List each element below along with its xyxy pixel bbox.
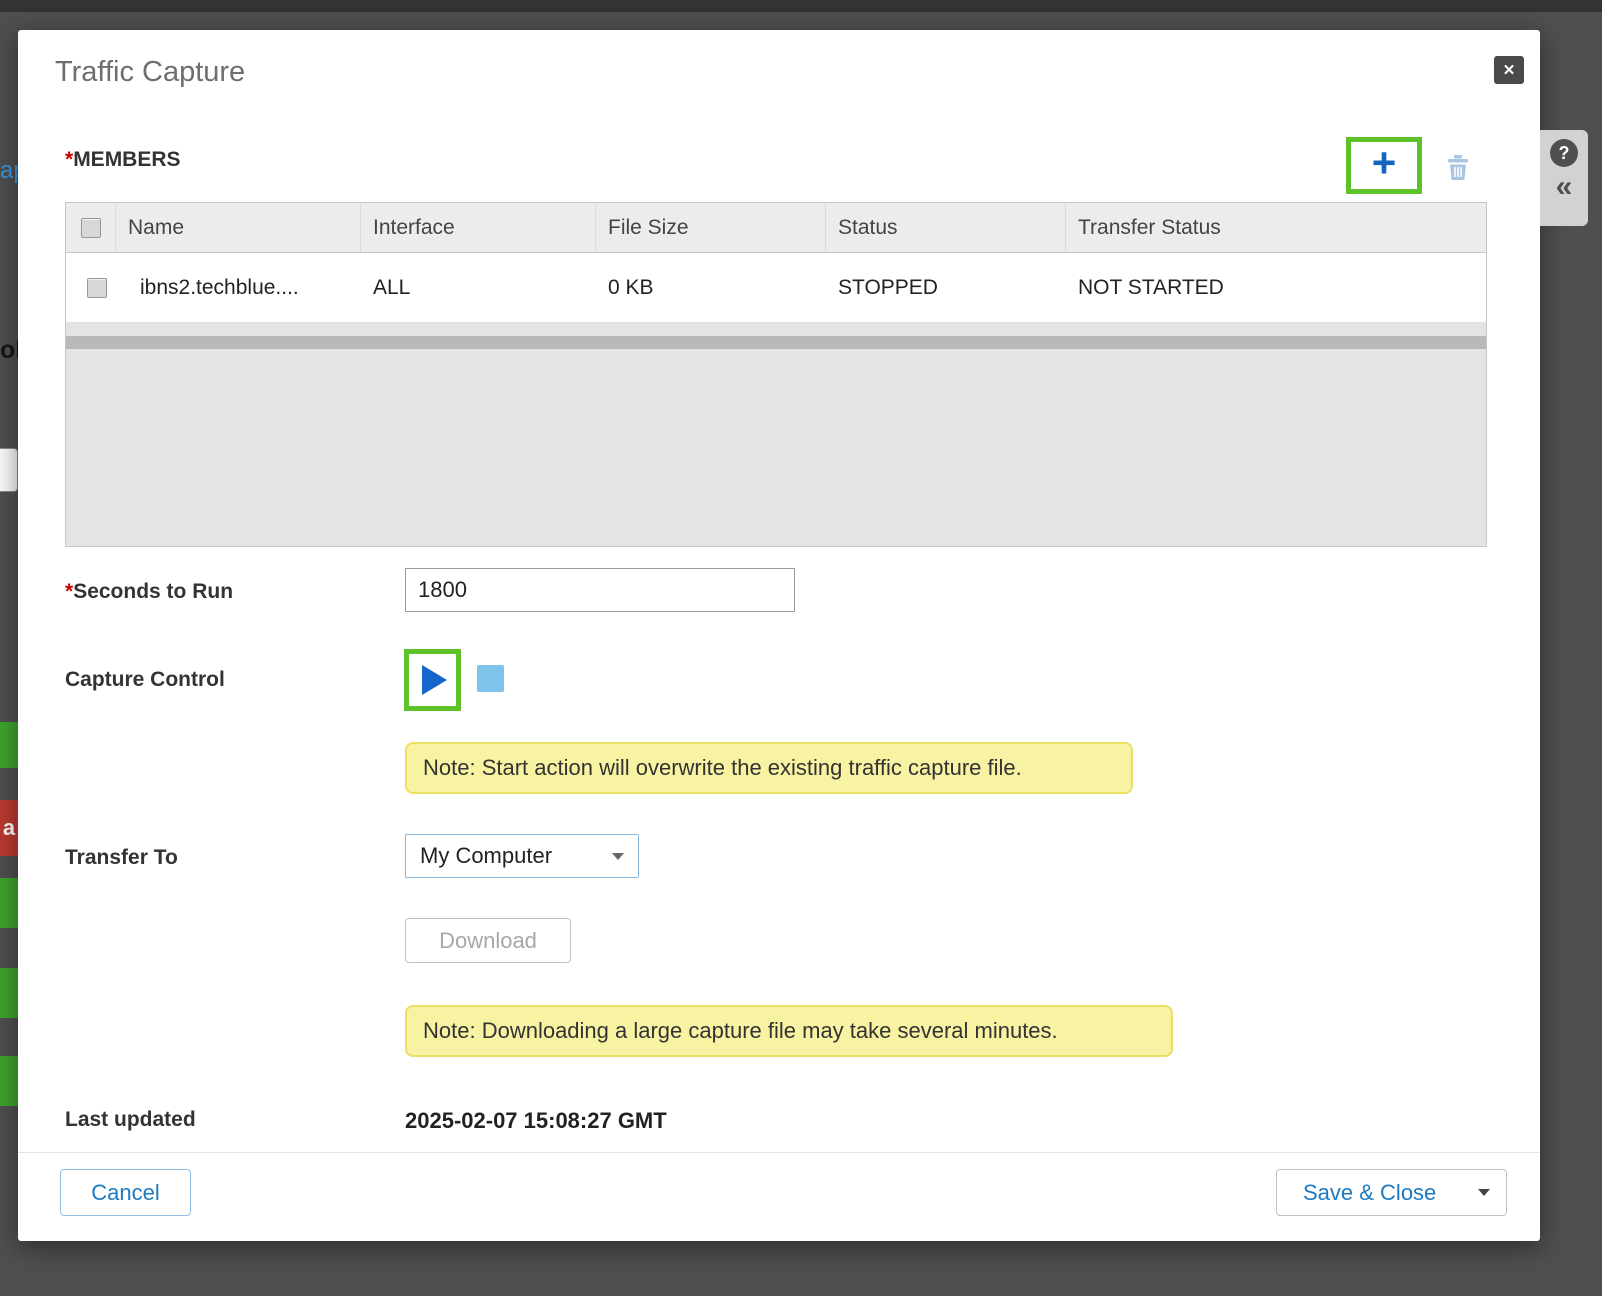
row-checkbox[interactable]: [87, 278, 107, 298]
chevron-down-icon: [612, 853, 624, 860]
background-red-bar: a: [0, 800, 18, 856]
transfer-to-selected-value: My Computer: [420, 843, 552, 869]
background-input-fragment: [0, 448, 18, 492]
members-table: Name Interface File Size Status Transfer…: [65, 202, 1487, 547]
browser-top-bar: [0, 0, 1602, 12]
traffic-capture-dialog: Traffic Capture ✕ *MEMBERS +: [18, 30, 1540, 1241]
screen: ap ol a Traffic Capture ✕ *MEMBERS +: [0, 0, 1602, 1296]
members-section-label: *MEMBERS: [65, 148, 181, 172]
column-header-status[interactable]: Status: [826, 203, 1066, 252]
save-close-button[interactable]: Save & Close: [1276, 1169, 1507, 1216]
delete-member-button[interactable]: [1444, 152, 1472, 182]
members-table-header: Name Interface File Size Status Transfer…: [66, 203, 1486, 253]
dialog-title: Traffic Capture: [55, 56, 245, 89]
cell-name: ibns2.techblue....: [116, 253, 361, 322]
caret-down-icon[interactable]: [1478, 1189, 1490, 1196]
column-header-file-size[interactable]: File Size: [596, 203, 826, 252]
transfer-to-label: Transfer To: [65, 846, 178, 870]
cell-status: STOPPED: [826, 253, 1066, 322]
start-note: Note: Start action will overwrite the ex…: [405, 742, 1133, 794]
background-green-bar: [0, 878, 18, 928]
seconds-to-run-label: *Seconds to Run: [65, 580, 233, 604]
column-header-name[interactable]: Name: [116, 203, 361, 252]
column-header-transfer-status[interactable]: Transfer Status: [1066, 203, 1486, 252]
cell-file-size: 0 KB: [596, 253, 826, 322]
close-button[interactable]: ✕: [1494, 56, 1524, 84]
cell-interface: ALL: [361, 253, 596, 322]
required-asterisk: *: [65, 580, 73, 603]
background-green-bar: [0, 968, 18, 1018]
required-asterisk: *: [65, 148, 73, 171]
add-member-icon[interactable]: +: [1372, 142, 1397, 184]
capture-control-label: Capture Control: [65, 668, 225, 692]
annotation-highlight-add: +: [1346, 137, 1422, 194]
background-heading-fragment: ol: [0, 334, 18, 366]
save-close-label: Save & Close: [1303, 1180, 1436, 1206]
stop-capture-icon[interactable]: [477, 665, 504, 692]
help-icon[interactable]: ?: [1550, 139, 1578, 167]
column-header-interface[interactable]: Interface: [361, 203, 596, 252]
select-all-checkbox[interactable]: [81, 218, 101, 238]
background-green-bar: [0, 1056, 18, 1106]
dialog-side-tab: ? «: [1540, 130, 1588, 226]
last-updated-label: Last updated: [65, 1108, 196, 1132]
annotation-highlight-play: [404, 649, 461, 711]
last-updated-value: 2025-02-07 15:08:27 GMT: [405, 1108, 667, 1134]
close-icon: ✕: [1503, 61, 1516, 79]
background-green-bar: [0, 722, 18, 768]
start-capture-icon[interactable]: [422, 665, 447, 695]
transfer-to-select[interactable]: My Computer: [405, 834, 639, 878]
cancel-button[interactable]: Cancel: [60, 1169, 191, 1216]
footer-divider: [18, 1152, 1540, 1153]
download-button[interactable]: Download: [405, 918, 571, 963]
table-scrollbar[interactable]: [66, 336, 1486, 349]
background-link-fragment: ap: [0, 156, 18, 186]
download-note: Note: Downloading a large capture file m…: [405, 1005, 1173, 1057]
trash-icon: [1444, 152, 1472, 182]
collapse-icon[interactable]: «: [1556, 174, 1573, 200]
table-row[interactable]: ibns2.techblue.... ALL 0 KB STOPPED NOT …: [66, 253, 1486, 323]
seconds-to-run-input[interactable]: [405, 568, 795, 612]
cell-transfer-status: NOT STARTED: [1066, 253, 1486, 322]
